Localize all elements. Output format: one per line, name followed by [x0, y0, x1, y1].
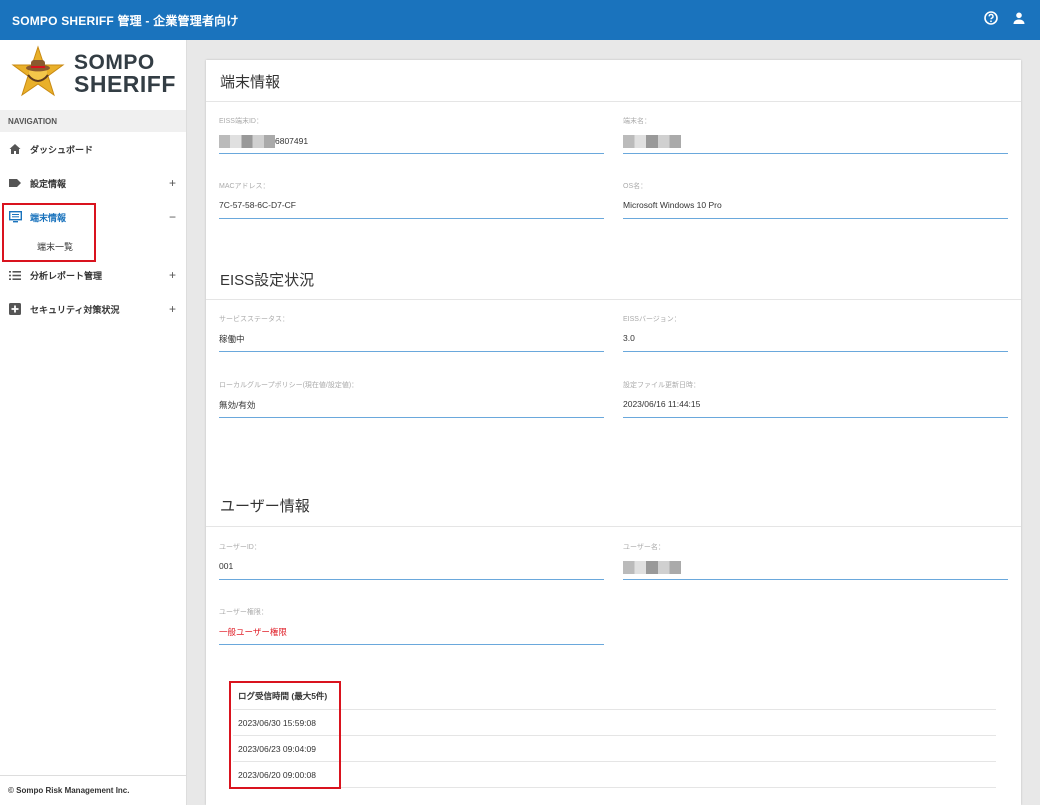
field-label: ローカルグループポリシー(現在値/設定値)： — [219, 382, 359, 389]
field-label: EISSバージョン： — [623, 316, 681, 323]
list-icon — [8, 268, 22, 282]
field-eiss-version: EISSバージョン： 3.0 — [623, 314, 1008, 352]
field-label: MACアドレス： — [219, 183, 270, 190]
field-device-name: 端末名： — [623, 116, 1008, 154]
field-local-group-policy: ローカルグループポリシー(現在値/設定値)： 無効/有効 — [219, 380, 604, 418]
expand-plus-icon[interactable]: + — [169, 176, 176, 190]
tag-icon — [8, 176, 22, 190]
expand-plus-icon[interactable]: + — [169, 302, 176, 316]
sidebar-item-label: 設定情報 — [30, 178, 67, 189]
sidebar-item-label: セキュリティ対策状況 — [30, 304, 120, 315]
blurred-mosaic — [623, 135, 681, 148]
highlight-box-nav — [2, 203, 96, 262]
field-user-id: ユーザーID： 001 — [219, 542, 604, 580]
help-icon[interactable] — [984, 11, 998, 25]
field-user-role: ユーザー権限： 一般ユーザー権限 — [219, 607, 604, 645]
os-name-value: Microsoft Windows 10 Pro — [623, 200, 722, 210]
field-user-name: ユーザー名： — [623, 542, 1008, 580]
blurred-mosaic — [623, 561, 681, 574]
divider — [206, 101, 1021, 102]
field-value-wrap — [623, 135, 1008, 148]
eiss-version-value: 3.0 — [623, 333, 635, 343]
collapse-minus-icon[interactable]: − — [169, 210, 176, 224]
user-role-value: 一般ユーザー権限 — [219, 627, 287, 637]
config-updated-value: 2023/06/16 11:44:15 — [623, 399, 701, 409]
sidebar-item-label: ダッシュボード — [30, 144, 94, 155]
highlight-box-log — [229, 681, 341, 789]
field-label: 設定ファイル更新日時： — [623, 382, 700, 389]
field-mac-address: MACアドレス： 7C-57-58-6C-D7-CF — [219, 181, 604, 219]
app-title: SOMPO SHERIFF 管理 - 企業管理者向け — [12, 13, 239, 28]
section-title-eiss: EISS設定状況 — [220, 272, 315, 289]
device-id-value: 6807491 — [275, 135, 309, 146]
sidebar: SOMPO SHERIFF NAVIGATION ダッシュボード 設定情報 + … — [0, 40, 187, 805]
log-row: 2023/06/23 09:04:09 — [233, 736, 996, 762]
field-label: ユーザー権限： — [219, 609, 268, 616]
sompo-sheriff-logo[interactable]: SOMPO SHERIFF — [0, 40, 186, 108]
log-row: 2023/06/20 09:00:08 — [233, 762, 996, 788]
section-title-device: 端末情報 — [220, 74, 281, 91]
log-row: 2023/06/30 15:59:08 — [233, 710, 996, 736]
copyright-footer: © Sompo Risk Management Inc. — [0, 775, 186, 805]
sidebar-item-settings[interactable]: 設定情報 + — [0, 166, 186, 200]
field-config-updated: 設定ファイル更新日時： 2023/06/16 11:44:15 — [623, 380, 1008, 418]
policy-value: 無効/有効 — [219, 400, 256, 410]
field-device-id: EISS端末ID： 6807491 — [219, 116, 604, 154]
field-os-name: OS名： Microsoft Windows 10 Pro — [623, 181, 1008, 219]
sidebar-item-report-management[interactable]: 分析レポート管理 + — [0, 258, 186, 292]
mac-address-value: 7C-57-58-6C-D7-CF — [219, 200, 296, 210]
field-label: サービスステータス： — [219, 316, 289, 323]
log-table-header: ログ受信時間 (最大5件) — [233, 682, 996, 710]
field-value-wrap — [623, 561, 1008, 574]
sidebar-item-security-status[interactable]: セキュリティ対策状況 + — [0, 292, 186, 326]
field-label: ユーザー名： — [623, 544, 665, 551]
blurred-mosaic — [219, 135, 275, 148]
field-value-wrap: 6807491 — [219, 135, 604, 148]
logo-line2: SHERIFF — [74, 71, 176, 97]
divider — [206, 526, 1021, 527]
nav-header: NAVIGATION — [0, 110, 186, 132]
home-icon — [8, 142, 22, 156]
log-received-table: ログ受信時間 (最大5件) 2023/06/30 15:59:08 2023/0… — [233, 682, 996, 788]
service-status-value: 稼働中 — [219, 334, 245, 344]
expand-plus-icon[interactable]: + — [169, 268, 176, 282]
field-label: 端末名： — [623, 118, 651, 125]
sheriff-star-icon — [11, 45, 65, 97]
user-id-value: 001 — [219, 561, 234, 571]
field-label: ユーザーID： — [219, 544, 261, 551]
section-title-user: ユーザー情報 — [220, 498, 310, 515]
sidebar-item-dashboard[interactable]: ダッシュボード — [0, 132, 186, 166]
divider — [206, 299, 1021, 300]
field-label: OS名： — [623, 183, 648, 190]
field-service-status: サービスステータス： 稼働中 — [219, 314, 604, 352]
field-label: EISS端末ID： — [219, 118, 263, 125]
plus-box-icon — [8, 302, 22, 316]
logo-line1: SOMPO — [74, 51, 155, 74]
sidebar-item-label: 分析レポート管理 — [30, 270, 103, 281]
user-icon[interactable] — [1012, 11, 1026, 25]
top-bar: SOMPO SHERIFF 管理 - 企業管理者向け — [0, 0, 1040, 40]
